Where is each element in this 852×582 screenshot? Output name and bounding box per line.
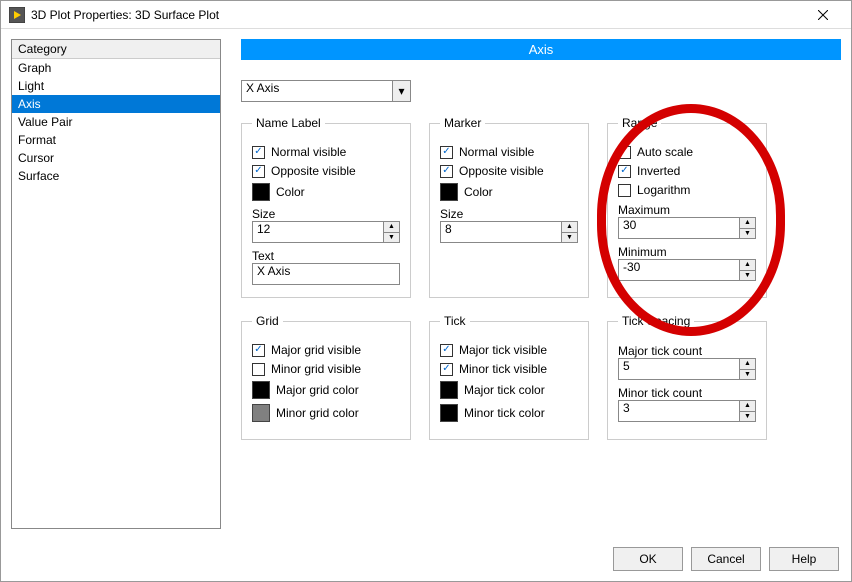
input-range-min[interactable]: -30 ▲▼ [618, 259, 756, 281]
label-range-autoscale: Auto scale [637, 145, 693, 159]
main-panel: Axis X Axis ▾ Name Label Normal visible … [241, 39, 841, 529]
spinner-icon[interactable]: ▲▼ [739, 260, 755, 280]
group-name-label: Name Label Normal visible Opposite visib… [241, 116, 411, 298]
group-range: Range Auto scale Inverted Logarithm Maxi… [607, 116, 767, 298]
window-title: 3D Plot Properties: 3D Surface Plot [31, 8, 219, 22]
group-tick: Tick Major tick visible Minor tick visib… [429, 314, 589, 440]
category-item-surface[interactable]: Surface [12, 167, 220, 185]
category-tree: Category GraphLightAxisValue PairFormatC… [11, 39, 221, 529]
label-namelabel-color: Color [276, 185, 305, 199]
close-icon [818, 10, 828, 20]
color-swatch-grid-major[interactable] [252, 381, 270, 399]
spinner-icon[interactable]: ▲▼ [739, 401, 755, 421]
label-namelabel-normal: Normal visible [271, 145, 346, 159]
label-namelabel-opposite: Opposite visible [271, 164, 356, 178]
close-button[interactable] [803, 1, 843, 29]
app-icon [9, 7, 25, 23]
checkbox-range-autoscale[interactable] [618, 146, 631, 159]
checkbox-grid-minor[interactable] [252, 363, 265, 376]
legend-tick-spacing: Tick Spacing [618, 314, 694, 328]
label-namelabel-text: Text [252, 249, 400, 263]
category-header: Category [12, 40, 220, 59]
group-grid: Grid Major grid visible Minor grid visib… [241, 314, 411, 440]
bottom-button-bar: OK Cancel Help [1, 539, 851, 571]
input-tickspacing-major[interactable]: 5 ▲▼ [618, 358, 756, 380]
input-tickspacing-minor[interactable]: 3 ▲▼ [618, 400, 756, 422]
checkbox-grid-major[interactable] [252, 344, 265, 357]
label-tickspacing-minor: Minor tick count [618, 386, 756, 400]
color-swatch-tick-minor[interactable] [440, 404, 458, 422]
checkbox-marker-normal[interactable] [440, 146, 453, 159]
axis-selector[interactable]: X Axis ▾ [241, 80, 411, 102]
legend-name-label: Name Label [252, 116, 325, 130]
label-tickspacing-major: Major tick count [618, 344, 756, 358]
legend-grid: Grid [252, 314, 283, 328]
spinner-icon[interactable]: ▲▼ [739, 359, 755, 379]
category-item-value-pair[interactable]: Value Pair [12, 113, 220, 131]
chevron-down-icon: ▾ [392, 81, 410, 101]
category-item-format[interactable]: Format [12, 131, 220, 149]
label-tick-major: Major tick visible [459, 343, 547, 357]
checkbox-marker-opposite[interactable] [440, 165, 453, 178]
label-grid-major: Major grid visible [271, 343, 361, 357]
group-marker: Marker Normal visible Opposite visible C… [429, 116, 589, 298]
checkbox-range-inverted[interactable] [618, 165, 631, 178]
label-marker-color: Color [464, 185, 493, 199]
cancel-button[interactable]: Cancel [691, 547, 761, 571]
label-tick-major-color: Major tick color [464, 383, 545, 397]
color-swatch-tick-major[interactable] [440, 381, 458, 399]
legend-marker: Marker [440, 116, 485, 130]
label-tick-minor-color: Minor tick color [464, 406, 545, 420]
label-marker-opposite: Opposite visible [459, 164, 544, 178]
input-range-max[interactable]: 30 ▲▼ [618, 217, 756, 239]
input-namelabel-size[interactable]: 12 ▲▼ [252, 221, 400, 243]
input-namelabel-text[interactable]: X Axis [252, 263, 400, 285]
label-range-min: Minimum [618, 245, 756, 259]
checkbox-tick-minor[interactable] [440, 363, 453, 376]
label-tick-minor: Minor tick visible [459, 362, 547, 376]
spinner-icon[interactable]: ▲▼ [561, 222, 577, 242]
help-button[interactable]: Help [769, 547, 839, 571]
group-tick-spacing: Tick Spacing Major tick count 5 ▲▼ Minor… [607, 314, 767, 440]
label-marker-size: Size [440, 207, 578, 221]
color-swatch-grid-minor[interactable] [252, 404, 270, 422]
label-namelabel-size: Size [252, 207, 400, 221]
panel-title: Axis [241, 39, 841, 60]
ok-button[interactable]: OK [613, 547, 683, 571]
titlebar: 3D Plot Properties: 3D Surface Plot [1, 1, 851, 29]
label-grid-minor-color: Minor grid color [276, 406, 359, 420]
label-grid-major-color: Major grid color [276, 383, 359, 397]
color-swatch-marker[interactable] [440, 183, 458, 201]
checkbox-range-logarithm[interactable] [618, 184, 631, 197]
label-range-logarithm: Logarithm [637, 183, 690, 197]
input-marker-size[interactable]: 8 ▲▼ [440, 221, 578, 243]
label-grid-minor: Minor grid visible [271, 362, 361, 376]
category-item-graph[interactable]: Graph [12, 59, 220, 77]
category-list: GraphLightAxisValue PairFormatCursorSurf… [12, 59, 220, 185]
legend-tick: Tick [440, 314, 470, 328]
checkbox-namelabel-normal[interactable] [252, 146, 265, 159]
category-item-cursor[interactable]: Cursor [12, 149, 220, 167]
checkbox-namelabel-opposite[interactable] [252, 165, 265, 178]
label-marker-normal: Normal visible [459, 145, 534, 159]
category-item-axis[interactable]: Axis [12, 95, 220, 113]
axis-selector-value: X Axis [246, 81, 279, 95]
spinner-icon[interactable]: ▲▼ [383, 222, 399, 242]
spinner-icon[interactable]: ▲▼ [739, 218, 755, 238]
legend-range: Range [618, 116, 661, 130]
checkbox-tick-major[interactable] [440, 344, 453, 357]
label-range-inverted: Inverted [637, 164, 680, 178]
label-range-max: Maximum [618, 203, 756, 217]
category-item-light[interactable]: Light [12, 77, 220, 95]
color-swatch-namelabel[interactable] [252, 183, 270, 201]
